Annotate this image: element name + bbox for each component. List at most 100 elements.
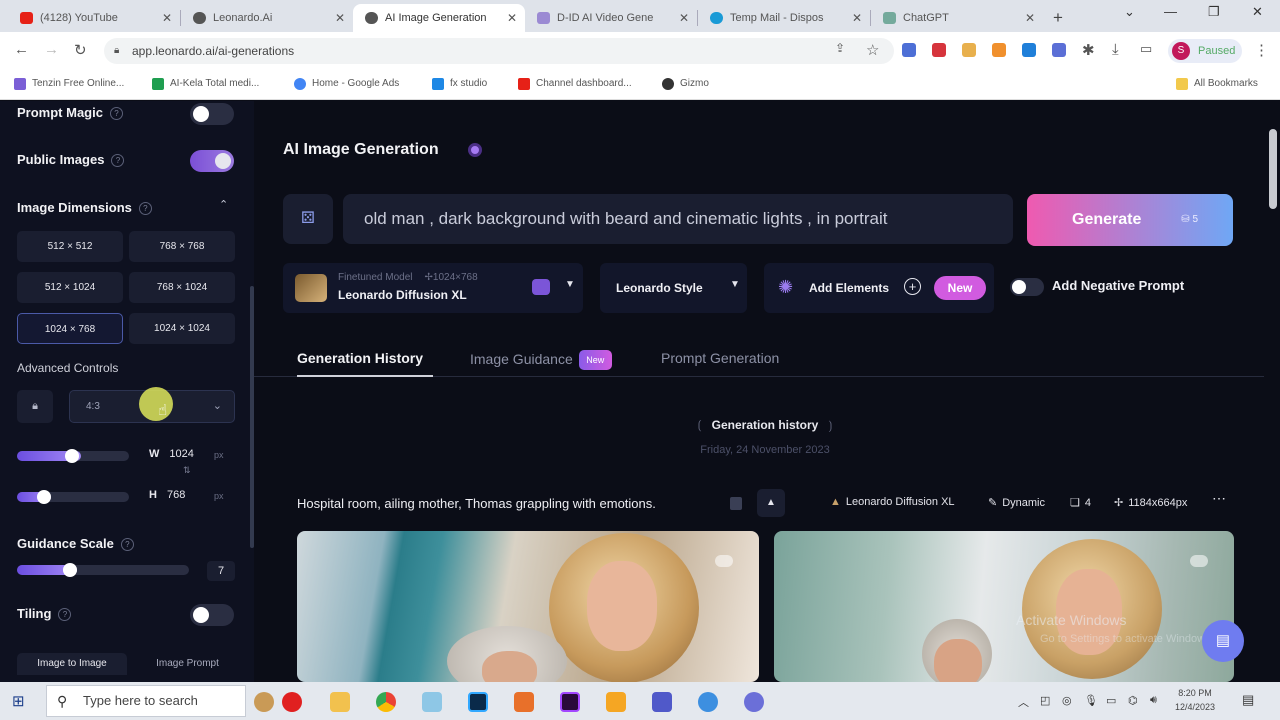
file-explorer-icon[interactable] [330,692,350,712]
tray-icon[interactable]: ▭ [1106,694,1116,707]
extension-icon[interactable] [932,43,946,57]
restore-icon[interactable]: ❐ [1208,4,1220,20]
negative-prompt-toggle[interactable] [1010,278,1044,296]
taskbar-app-icon[interactable] [254,692,274,712]
notifications-icon[interactable]: ▤ [1242,692,1254,708]
menu-kebab-icon[interactable]: ⋮ [1254,41,1269,59]
reuse-prompt-button[interactable]: ▲ [757,489,785,517]
share-icon[interactable]: ⇪ [835,41,845,55]
taskbar-app-icon[interactable] [514,692,534,712]
aspect-lock-button[interactable]: 🔒︎ [17,390,53,423]
public-images-toggle[interactable] [190,150,234,172]
download-icon[interactable]: ⤓ [1112,41,1119,58]
slider-thumb[interactable] [65,449,79,463]
tab-prompt-generation[interactable]: Prompt Generation [661,350,779,366]
extensions-puzzle-icon[interactable]: ✱ [1082,41,1095,59]
taskbar-search-input[interactable]: ⚲ Type here to search [46,685,246,717]
browser-tab-d-id[interactable]: D-ID AI Video Gene ✕ [525,4,697,32]
copy-icon[interactable] [730,497,742,510]
tab-image-prompt[interactable]: Image Prompt [140,653,235,675]
help-icon[interactable]: ? [138,202,152,215]
extension-icon[interactable] [962,43,976,57]
width-input[interactable]: W 1024 [149,448,194,460]
browser-tab-chatgpt[interactable]: ChatGPT ✕ [871,4,1043,32]
help-icon[interactable]: ? [109,107,123,120]
browser-tab-ai-image-generation[interactable]: AI Image Generation ✕ [353,4,525,32]
bookmark-star-icon[interactable]: ☆ [866,41,879,59]
width-slider[interactable] [17,449,129,463]
url-field[interactable]: 🔒︎ app.leonardo.ai/ai-generations [104,38,894,64]
close-icon[interactable]: ✕ [507,11,517,25]
close-icon[interactable]: ✕ [1025,11,1035,25]
volume-icon[interactable]: 🔊︎ [1150,694,1157,707]
taskbar-app-icon[interactable] [422,692,442,712]
bookmark-item[interactable]: Home - Google Ads [294,78,399,90]
add-elements-button[interactable]: ✺ Add Elements + New [764,263,994,313]
profile-button[interactable]: S Paused [1168,39,1242,63]
more-options-icon[interactable]: ⋯ [1212,490,1226,507]
premiere-icon[interactable] [560,692,580,712]
guidance-scale-slider[interactable] [17,563,189,577]
close-icon[interactable]: ✕ [852,11,862,25]
close-window-icon[interactable]: ✕ [1252,4,1263,20]
tray-icon[interactable]: ◰ [1040,694,1050,707]
height-slider[interactable] [17,490,129,504]
system-clock[interactable]: 8:20 PM 12/4/2023 [1175,686,1215,714]
tray-icon[interactable]: ◎ [1062,694,1072,707]
guidance-scale-value[interactable]: 7 [207,561,235,581]
close-icon[interactable]: ✕ [679,11,689,25]
generated-image[interactable] [297,531,759,682]
help-icon[interactable]: ? [111,154,125,167]
extension-icon[interactable] [1052,43,1066,57]
generate-button[interactable]: Generate ⛁ 5 [1027,194,1233,246]
tab-generation-history[interactable]: Generation History [297,350,423,366]
close-icon[interactable]: ✕ [335,11,345,25]
taskbar-app-icon[interactable] [698,692,718,712]
windows-start-icon[interactable]: ⊞ [12,692,25,710]
model-select[interactable]: Finetuned Model ✢1024×768 Leonardo Diffus… [283,263,583,313]
tiling-toggle[interactable] [190,604,234,626]
close-icon[interactable]: ✕ [162,11,172,25]
chat-support-button[interactable]: ▤ [1202,620,1244,662]
eye-icon[interactable] [1190,555,1208,567]
extension-icon[interactable] [902,43,916,57]
page-scrollbar[interactable] [1266,101,1280,682]
prompt-randomize-icon[interactable]: ⚄ [283,194,333,244]
help-icon[interactable]: ? [58,608,72,621]
dimension-1024x768[interactable]: 1024 × 768 [17,313,123,344]
scrollbar-thumb[interactable] [1269,129,1277,209]
height-input[interactable]: H 768 [149,489,185,501]
extension-icon[interactable] [1022,43,1036,57]
bookmark-item[interactable]: fx studio [432,78,487,90]
teams-icon[interactable] [652,692,672,712]
style-select[interactable]: Leonardo Style ▼ [600,263,747,313]
slider-thumb[interactable] [63,563,77,577]
bookmark-item[interactable]: Channel dashboard... [518,78,632,90]
back-icon[interactable]: ← [14,41,29,58]
prompt-magic-toggle[interactable] [190,103,234,125]
generated-image[interactable] [774,531,1234,682]
dimension-1024x1024[interactable]: 1024 × 1024 [129,313,235,344]
chevron-up-icon[interactable]: ⌃ [219,198,228,211]
forward-icon[interactable]: → [44,41,59,58]
taskbar-app-icon[interactable] [744,692,764,712]
prompt-input[interactable]: old man , dark background with beard and… [343,194,1013,244]
reload-icon[interactable]: ↻ [74,41,87,59]
minimize-icon[interactable]: — [1164,4,1177,19]
photoshop-icon[interactable] [468,692,488,712]
help-icon[interactable]: ? [120,538,134,551]
slider-thumb[interactable] [37,490,51,504]
swap-icon[interactable]: ⇅ [183,465,191,476]
browser-tab-temp-mail[interactable]: Temp Mail - Dispos ✕ [698,4,870,32]
dimension-768x768[interactable]: 768 × 768 [129,231,235,262]
tab-image-to-image[interactable]: Image to Image [17,653,127,675]
taskbar-record-icon[interactable] [282,692,302,712]
new-tab-button[interactable]: + [1043,4,1073,32]
info-dot-icon[interactable] [468,143,482,157]
browser-tab-youtube[interactable]: (4128) YouTube ✕ [8,4,180,32]
model-info-icon[interactable] [532,279,550,295]
dimension-768x1024[interactable]: 768 × 1024 [129,272,235,303]
bookmark-item[interactable]: Tenzin Free Online... [14,78,124,90]
tray-chevron-icon[interactable]: ︿ [1018,694,1029,710]
bookmark-item[interactable]: Gizmo [662,78,709,90]
